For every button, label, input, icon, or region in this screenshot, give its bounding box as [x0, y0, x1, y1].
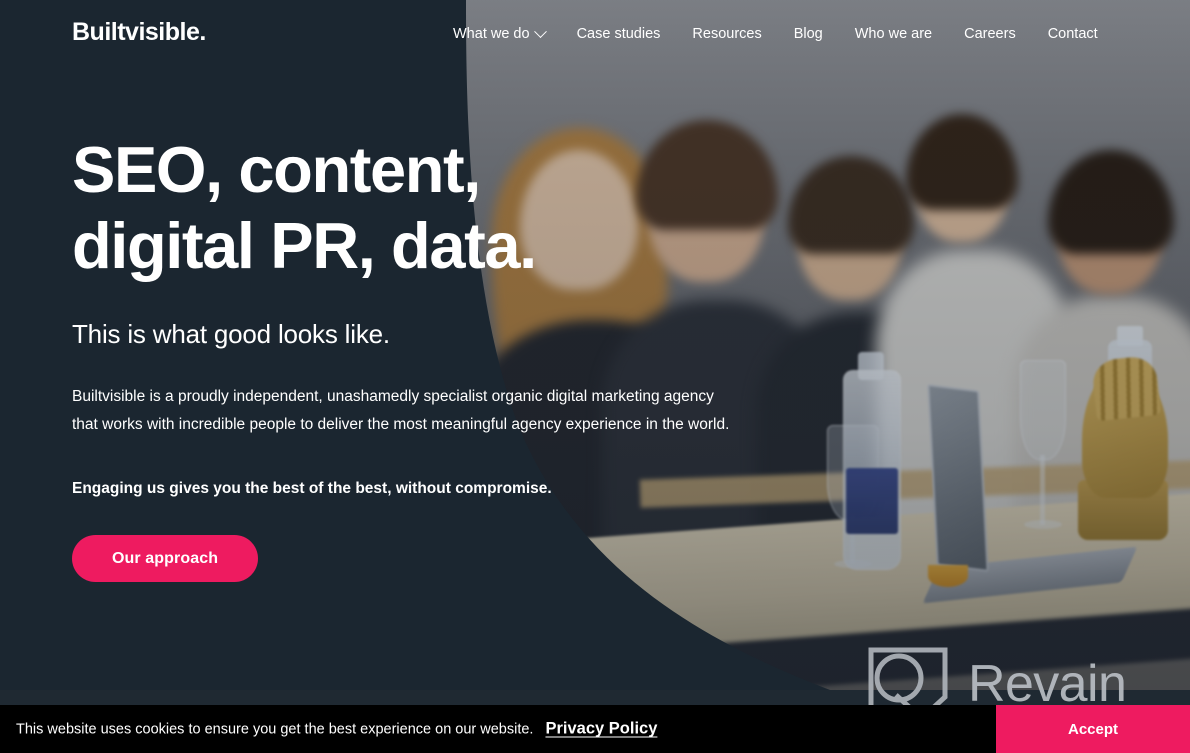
- privacy-policy-link[interactable]: Privacy Policy: [545, 720, 657, 738]
- nav-item-blog[interactable]: Blog: [778, 24, 839, 44]
- nav-item-contact[interactable]: Contact: [1032, 24, 1098, 44]
- nav-item-resources[interactable]: Resources: [676, 24, 777, 44]
- site-logo[interactable]: Builtvisible.: [72, 20, 206, 45]
- chevron-down-icon: [533, 24, 547, 38]
- hero-section: SEO, content, digital PR, data. This is …: [72, 132, 762, 582]
- cookie-consent-banner: This website uses cookies to ensure you …: [0, 705, 1190, 753]
- main-navigation: What we do Case studies Resources Blog W…: [453, 24, 1098, 44]
- hero-subheadline: This is what good looks like.: [72, 319, 390, 349]
- accept-cookies-button[interactable]: Accept: [996, 705, 1190, 753]
- cookie-message: This website uses cookies to ensure you …: [16, 721, 534, 738]
- hero-emphasis-text: Engaging us gives you the best of the be…: [72, 480, 552, 497]
- nav-item-careers[interactable]: Careers: [948, 24, 1032, 44]
- nav-item-what-we-do[interactable]: What we do: [453, 24, 561, 44]
- cookie-message-wrapper: This website uses cookies to ensure you …: [16, 719, 657, 740]
- hero-paragraph: Builtvisible is a proudly independent, u…: [72, 388, 730, 433]
- nav-item-case-studies[interactable]: Case studies: [561, 24, 677, 44]
- nav-item-label: What we do: [453, 26, 530, 42]
- hero-headline: SEO, content, digital PR, data.: [72, 133, 537, 282]
- our-approach-button[interactable]: Our approach: [72, 535, 259, 582]
- page-root: Builtvisible. What we do Case studies Re…: [0, 0, 1190, 753]
- nav-item-who-we-are[interactable]: Who we are: [839, 24, 948, 44]
- site-header: Builtvisible. What we do Case studies Re…: [0, 0, 1190, 68]
